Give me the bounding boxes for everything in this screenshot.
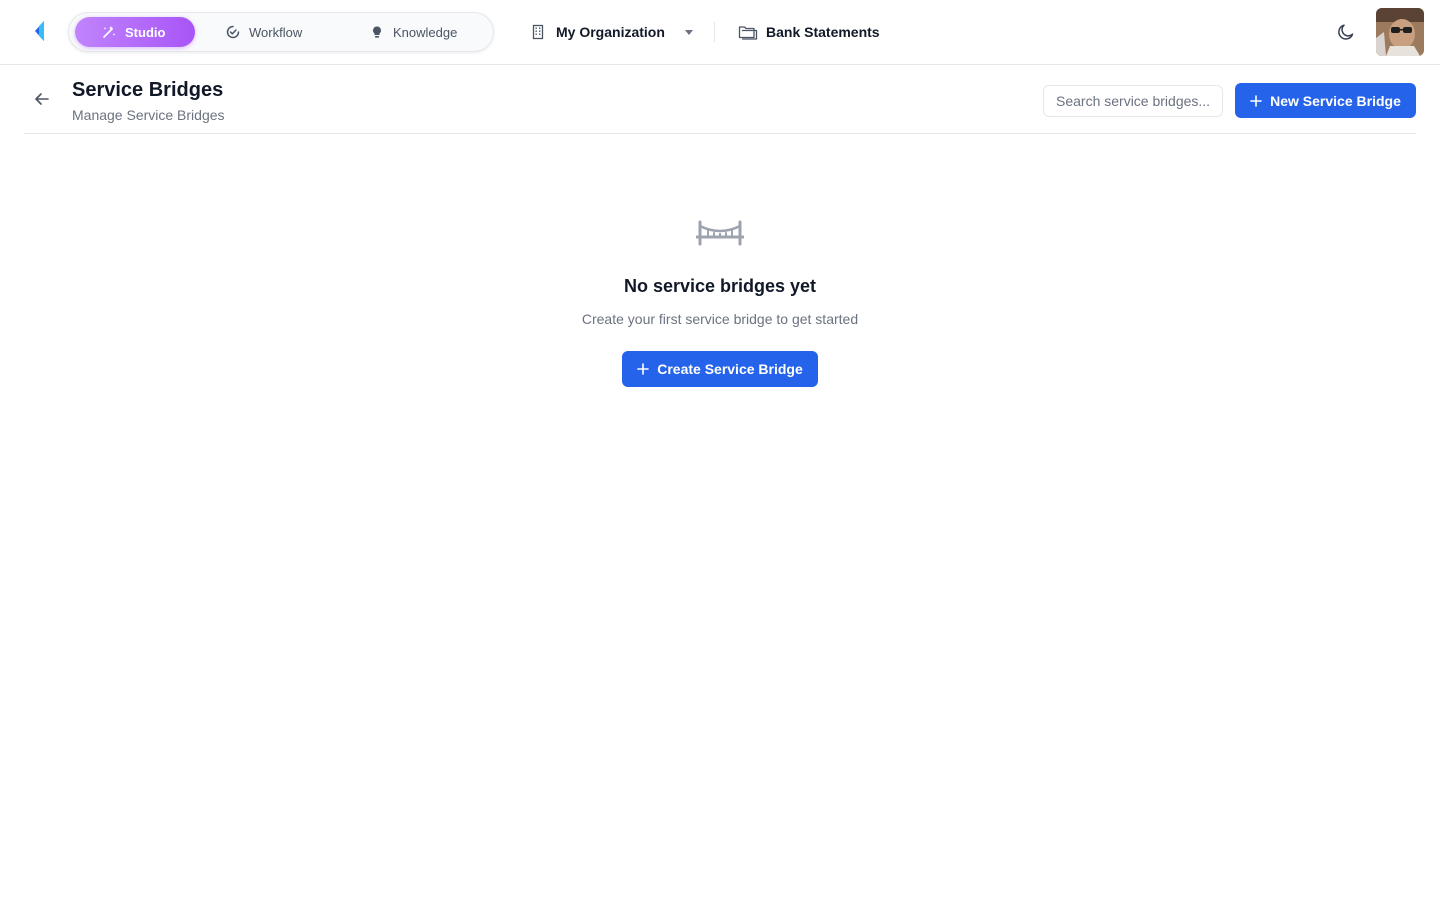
tab-studio-label: Studio xyxy=(125,24,166,40)
new-service-bridge-button[interactable]: New Service Bridge xyxy=(1235,83,1416,118)
mode-switcher: Studio Workflow Knowledge xyxy=(68,12,494,52)
create-service-bridge-label: Create Service Bridge xyxy=(657,361,803,377)
empty-state-title: No service bridges yet xyxy=(623,276,817,296)
user-avatar[interactable] xyxy=(1376,8,1424,56)
top-bar: Studio Workflow Knowledge My Organizatio… xyxy=(0,0,1440,65)
divider xyxy=(714,22,715,42)
building-icon xyxy=(532,24,544,40)
empty-state-description: Create your first service bridge to get … xyxy=(581,311,859,327)
bridge-icon xyxy=(696,220,744,246)
chevron-down-icon xyxy=(684,29,693,35)
plus-icon xyxy=(1250,94,1262,107)
new-service-bridge-label: New Service Bridge xyxy=(1270,92,1401,109)
lightbulb-icon xyxy=(373,26,381,38)
tab-knowledge[interactable]: Knowledge xyxy=(365,17,485,47)
check-progress-icon xyxy=(226,25,240,39)
tab-workflow-label: Workflow xyxy=(249,24,303,40)
tab-workflow[interactable]: Workflow xyxy=(223,17,333,47)
search-input[interactable] xyxy=(1043,85,1223,117)
create-service-bridge-button[interactable]: Create Service Bridge xyxy=(622,351,818,387)
tab-studio[interactable]: Studio xyxy=(75,17,195,47)
app-logo[interactable] xyxy=(32,18,50,46)
back-button[interactable] xyxy=(32,89,52,109)
page-header: Service Bridges Manage Service Bridges N… xyxy=(24,65,1416,134)
page-subtitle: Manage Service Bridges xyxy=(72,107,225,123)
wand-icon xyxy=(103,26,116,38)
project-selector[interactable]: Bank Statements xyxy=(738,18,880,46)
page-title: Service Bridges xyxy=(72,79,224,101)
logo-icon xyxy=(35,21,44,41)
avatar-image xyxy=(1376,8,1424,56)
empty-state: No service bridges yet Create your first… xyxy=(0,210,1440,387)
folder-icon xyxy=(738,26,758,40)
theme-toggle-button[interactable] xyxy=(1334,20,1358,44)
moon-icon xyxy=(1338,24,1354,40)
plus-icon xyxy=(637,363,650,375)
arrow-left-icon xyxy=(35,93,49,105)
organization-name: My Organization xyxy=(556,24,665,40)
tab-knowledge-label: Knowledge xyxy=(393,24,458,40)
project-name: Bank Statements xyxy=(766,24,880,40)
organization-selector[interactable]: My Organization xyxy=(530,18,693,46)
